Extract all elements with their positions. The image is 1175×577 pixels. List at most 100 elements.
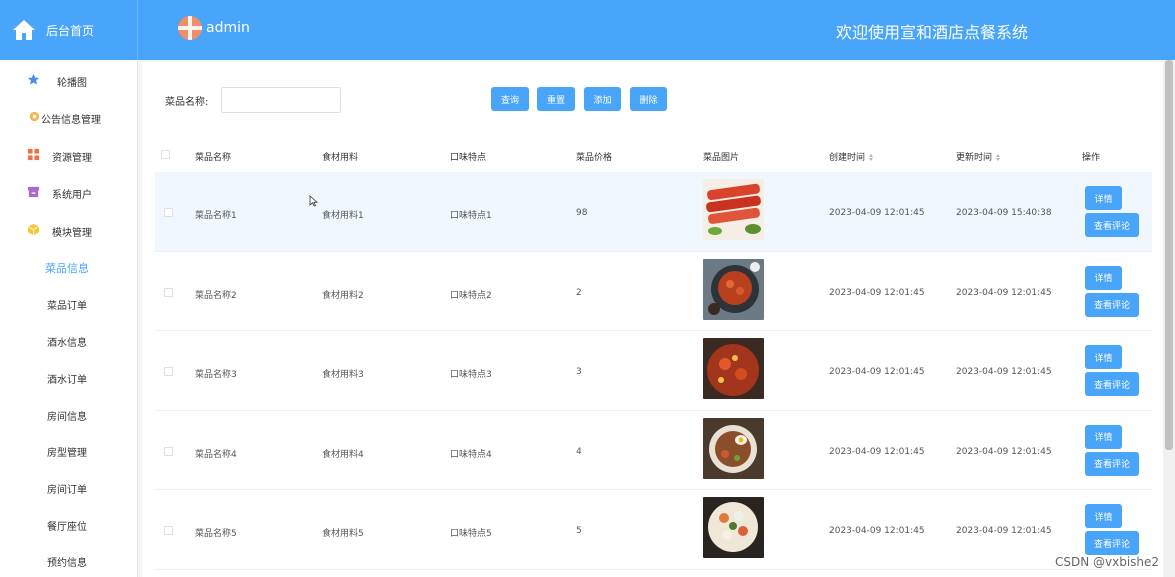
cell-ingredients: 食材用料3 bbox=[322, 370, 364, 381]
cell-created: 2023-04-09 12:01:45 bbox=[829, 287, 925, 298]
dish-photo-3[interactable] bbox=[703, 338, 764, 400]
row-checkbox[interactable] bbox=[164, 208, 173, 217]
cell-updated: 2023-04-09 12:01:45 bbox=[956, 526, 1052, 537]
cell-created: 2023-04-09 12:01:45 bbox=[829, 446, 925, 457]
detail-button[interactable]: 详情 bbox=[1085, 186, 1122, 210]
sidebar-subitem-label: 房间订单 bbox=[47, 485, 87, 496]
cell-created: 2023-04-09 12:01:45 bbox=[829, 526, 925, 537]
sidebar-item-notice[interactable]: 公告信息管理 bbox=[0, 102, 138, 132]
sidebar-item-resources[interactable]: 资源管理 bbox=[0, 140, 138, 170]
sidebar-item-modules[interactable]: 模块管理 bbox=[0, 215, 138, 245]
site-title: 欢迎使用宣和酒店点餐系统 bbox=[836, 23, 1029, 42]
sidebar-subitem-label: 预约信息 bbox=[47, 558, 87, 569]
sidebar-item-label: 模块管理 bbox=[52, 228, 92, 239]
sidebar-subitem-label: 菜品信息 bbox=[45, 262, 89, 275]
row-checkbox[interactable] bbox=[164, 287, 173, 297]
cell-dish-name: 菜品名称5 bbox=[195, 529, 237, 540]
sidebar-subitem-dish-orders[interactable]: 菜品订单 bbox=[0, 293, 138, 317]
sidebar-subitem-room-orders[interactable]: 房间订单 bbox=[0, 477, 138, 501]
dish-photo-1[interactable] bbox=[703, 179, 764, 240]
watermark: CSDN @vxbishe2 bbox=[1055, 555, 1160, 569]
view-reviews-button[interactable]: 查看评论 bbox=[1085, 372, 1139, 397]
home-link[interactable]: 后台首页 bbox=[0, 0, 138, 60]
select-all-checkbox[interactable] bbox=[161, 150, 170, 159]
cell-ingredients: 食材用料4 bbox=[322, 449, 364, 460]
header-created-label: 创建时间 bbox=[829, 153, 866, 163]
delete-button[interactable]: 删除 bbox=[630, 87, 667, 111]
row-checkbox[interactable] bbox=[164, 367, 173, 377]
table-row[interactable]: 菜品名称4 食材用料4 口味特点4 4 2023-04-09 12:01:45 … bbox=[155, 411, 1152, 491]
scrollbar-thumb[interactable] bbox=[1165, 60, 1173, 450]
app-window: 后台首页 admin 欢迎使用宣和酒店点餐系统 轮播图 公告信息管理 资源管理 … bbox=[0, 0, 1175, 577]
sort-icon[interactable] bbox=[996, 154, 1001, 161]
table-row[interactable]: 菜品名称1 食材用料1 口味特点1 98 2023-04-09 12:01:45… bbox=[155, 172, 1152, 252]
cell-flavor: 口味特点5 bbox=[450, 529, 492, 540]
cell-updated: 2023-04-09 12:01:45 bbox=[956, 446, 1052, 457]
sidebar-subitem-label: 酒水信息 bbox=[47, 338, 87, 349]
cell-price: 3 bbox=[576, 367, 582, 378]
search-input[interactable] bbox=[221, 87, 341, 113]
detail-button[interactable]: 详情 bbox=[1085, 345, 1122, 370]
cell-flavor: 口味特点1 bbox=[450, 211, 492, 221]
sidebar: 轮播图 公告信息管理 资源管理 系统用户 模块管理 菜品信息 菜品订单 酒水信息… bbox=[0, 60, 138, 577]
sidebar-item-label: 资源管理 bbox=[52, 153, 92, 164]
sidebar-item-system-users[interactable]: 系统用户 bbox=[0, 177, 138, 207]
view-reviews-button[interactable]: 查看评论 bbox=[1085, 292, 1139, 317]
view-reviews-button[interactable]: 查看评论 bbox=[1085, 531, 1139, 556]
add-button[interactable]: 添加 bbox=[584, 87, 621, 111]
table-row[interactable]: 菜品名称5 食材用料5 口味特点5 5 2023-04-09 12:01:45 … bbox=[155, 490, 1152, 570]
dish-photo-2[interactable] bbox=[703, 258, 764, 320]
cell-price: 5 bbox=[576, 526, 582, 537]
sidebar-subitem-label: 酒水订单 bbox=[47, 375, 87, 386]
header-created[interactable]: 创建时间 bbox=[829, 150, 874, 163]
detail-button[interactable]: 详情 bbox=[1085, 504, 1122, 529]
cell-price: 98 bbox=[576, 208, 588, 218]
sort-icon[interactable] bbox=[869, 154, 874, 161]
table-header: 菜品名称 食材用料 口味特点 菜品价格 菜品图片 创建时间 更新时间 操作 bbox=[155, 140, 1152, 170]
sidebar-subitem-reservations[interactable]: 预约信息 bbox=[0, 550, 138, 574]
table-row[interactable]: 菜品名称2 食材用料2 口味特点2 2 2023-04-09 12:01:45 … bbox=[155, 252, 1152, 332]
star-icon bbox=[27, 73, 40, 85]
reset-button[interactable]: 重置 bbox=[537, 87, 575, 111]
header-actions: 操作 bbox=[1082, 153, 1101, 163]
user-info[interactable]: admin bbox=[178, 16, 250, 40]
sidebar-subitem-dish-info[interactable]: 菜品信息 bbox=[0, 256, 138, 280]
sidebar-item-carousel[interactable]: 轮播图 bbox=[0, 65, 138, 95]
page-scrollbar[interactable] bbox=[1163, 60, 1175, 577]
cell-flavor: 口味特点4 bbox=[450, 449, 492, 460]
username: admin bbox=[206, 20, 250, 36]
detail-button[interactable]: 详情 bbox=[1085, 265, 1122, 290]
cell-updated: 2023-04-09 15:40:38 bbox=[956, 208, 1052, 218]
cell-price: 4 bbox=[576, 446, 582, 457]
dish-photo-4[interactable] bbox=[703, 417, 764, 479]
table-row[interactable]: 菜品名称3 食材用料3 口味特点3 3 2023-04-09 12:01:45 … bbox=[155, 331, 1152, 411]
view-reviews-button[interactable]: 查看评论 bbox=[1085, 451, 1139, 476]
header-flavor: 口味特点 bbox=[450, 153, 487, 163]
top-header: 后台首页 admin 欢迎使用宣和酒店点餐系统 bbox=[0, 0, 1175, 60]
query-button[interactable]: 查询 bbox=[491, 87, 529, 111]
sidebar-subitem-restaurant-seats[interactable]: 餐厅座位 bbox=[0, 514, 138, 538]
cube-icon bbox=[27, 223, 40, 236]
sidebar-subitem-drink-info[interactable]: 酒水信息 bbox=[0, 330, 138, 354]
view-reviews-button[interactable]: 查看评论 bbox=[1085, 213, 1139, 237]
header-updated-label: 更新时间 bbox=[956, 153, 993, 163]
cell-ingredients: 食材用料1 bbox=[322, 211, 364, 221]
cell-ingredients: 食材用料2 bbox=[322, 290, 364, 301]
sidebar-subitem-room-info[interactable]: 房间信息 bbox=[0, 404, 138, 428]
grid-icon bbox=[27, 148, 40, 161]
row-checkbox[interactable] bbox=[164, 526, 173, 536]
sidebar-subitem-label: 餐厅座位 bbox=[47, 522, 87, 533]
cell-created: 2023-04-09 12:01:45 bbox=[829, 367, 925, 378]
dish-photo-5[interactable] bbox=[703, 497, 764, 559]
gear-icon bbox=[29, 111, 40, 122]
sidebar-subitem-room-types[interactable]: 房型管理 bbox=[0, 440, 138, 464]
header-updated[interactable]: 更新时间 bbox=[956, 150, 1001, 163]
cell-updated: 2023-04-09 12:01:45 bbox=[956, 367, 1052, 378]
sidebar-subitem-drink-orders[interactable]: 酒水订单 bbox=[0, 367, 138, 391]
mouse-cursor-icon bbox=[309, 195, 319, 207]
detail-button[interactable]: 详情 bbox=[1085, 424, 1122, 449]
cell-dish-name: 菜品名称1 bbox=[195, 211, 237, 221]
cell-flavor: 口味特点3 bbox=[450, 370, 492, 381]
row-checkbox[interactable] bbox=[164, 446, 173, 456]
cell-flavor: 口味特点2 bbox=[450, 290, 492, 301]
